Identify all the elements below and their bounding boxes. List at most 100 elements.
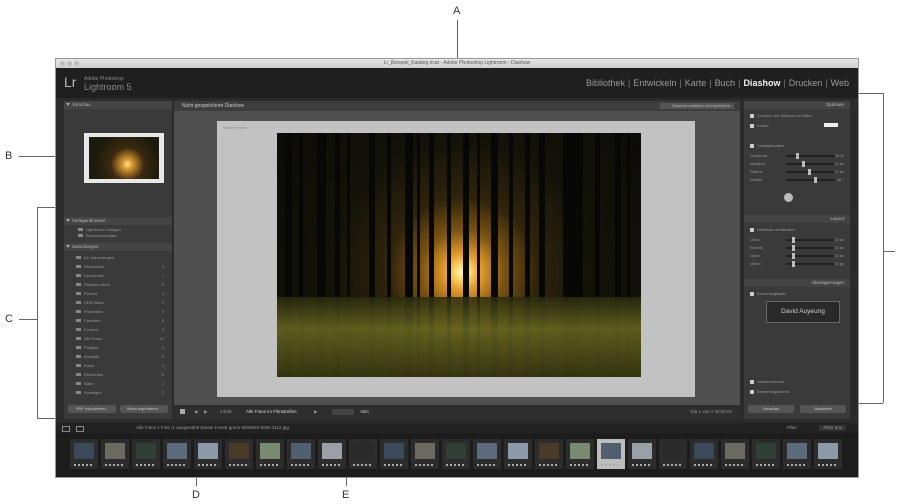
module-karte[interactable]: Karte — [682, 78, 710, 88]
filter-dropdown[interactable]: Filter aus — [819, 425, 846, 431]
filmstrip-thumbnail[interactable] — [70, 439, 98, 469]
module-diashow[interactable]: Diashow — [740, 78, 783, 88]
slider-knob[interactable] — [814, 177, 817, 183]
collection-item[interactable]: HDR-Bilder 2 — [76, 300, 168, 306]
module-drucken[interactable]: Drucken — [786, 78, 826, 88]
collection-item[interactable]: Panorama 6 — [76, 309, 168, 315]
next-slide-button[interactable]: ▶ — [204, 405, 207, 419]
collection-item[interactable]: Kunst 9 — [76, 363, 168, 369]
filmstrip-thumbnail[interactable] — [380, 439, 408, 469]
filmstrip-thumbnail[interactable] — [132, 439, 160, 469]
filmstrip-thumbnail[interactable] — [411, 439, 439, 469]
collection-item[interactable]: Auswahl 5 — [76, 354, 168, 360]
shadow-slider-row[interactable]: Winkel -45 ° — [750, 177, 844, 183]
watermark-checkbox[interactable]: Wasserzeichen — [750, 379, 844, 384]
collection-item[interactable]: Schwarz-Weiß 5 — [76, 282, 168, 288]
close-window-button[interactable] — [60, 61, 65, 66]
slider-track[interactable] — [786, 177, 836, 183]
collection-item[interactable]: Favoriten 8 — [76, 318, 168, 324]
filmstrip-thumbnail[interactable] — [442, 439, 470, 469]
shadow-slider-row[interactable]: Deckkraft 30 % — [750, 153, 844, 159]
filmstrip-thumbnail[interactable] — [597, 439, 625, 469]
collection-item[interactable]: Reisefotos 6 — [76, 372, 168, 378]
slider-track[interactable] — [786, 237, 836, 243]
zoom-to-fill-checkbox[interactable]: Zoomen, um Rahmen zu füllen — [750, 113, 844, 118]
stop-icon[interactable] — [180, 409, 185, 414]
secondary-display-icon[interactable] — [62, 426, 70, 432]
slide-canvas[interactable]: Slide Preview — [217, 121, 695, 397]
grid-view-icon[interactable] — [76, 426, 84, 432]
filmstrip-thumbnail[interactable] — [194, 439, 222, 469]
collections-header[interactable]: Sammlungen — [64, 243, 172, 251]
slider-knob[interactable] — [792, 237, 795, 243]
guide-slider-row[interactable]: Links 50 px — [750, 237, 844, 243]
minimize-window-button[interactable] — [67, 61, 72, 66]
collection-item[interactable]: Sonstiges 1 — [76, 390, 168, 396]
angle-dial[interactable] — [784, 193, 793, 202]
play-button[interactable]: Abspielen — [800, 405, 846, 413]
collection-item[interactable]: Natur 2 — [76, 381, 168, 387]
filmstrip-thumbnail[interactable] — [101, 439, 129, 469]
filmstrip-thumbnail[interactable] — [256, 439, 284, 469]
slider-knob[interactable] — [796, 153, 799, 159]
filmstrip-thumbnail[interactable] — [225, 439, 253, 469]
collection-item[interactable]: Hochzeiten 3 — [76, 264, 168, 270]
add-text-button[interactable]: ABC — [360, 405, 369, 419]
filmstrip-thumbnail[interactable] — [318, 439, 346, 469]
play-triangle-icon[interactable]: ▶ — [314, 405, 317, 419]
slider-track[interactable] — [786, 161, 836, 167]
options-header[interactable]: Optionen — [744, 101, 850, 109]
module-entwickeln[interactable]: Entwickeln — [630, 78, 679, 88]
collection-item[interactable]: Projekte 2 — [76, 345, 168, 351]
rotate-button[interactable] — [332, 409, 354, 415]
cast-shadow-checkbox[interactable]: Schlagschatten — [750, 143, 844, 148]
previous-slide-button[interactable]: ◀ — [194, 405, 197, 419]
collection-item[interactable]: Ich Sammlungen — [76, 255, 168, 261]
slider-knob[interactable] — [802, 161, 805, 167]
preview-button[interactable]: Vorschau — [748, 405, 794, 413]
template-browser-header[interactable]: Vorlagenbrowser — [64, 217, 172, 225]
zoom-window-button[interactable] — [74, 61, 79, 66]
stroke-color-swatch[interactable] — [824, 123, 838, 127]
collection-item[interactable]: Kunden 3 — [76, 327, 168, 333]
shadow-slider-row[interactable]: Radius 20 px — [750, 169, 844, 175]
filmstrip-thumbnail[interactable] — [504, 439, 532, 469]
filmstrip-thumbnail[interactable] — [814, 439, 842, 469]
overlays-header[interactable]: Überlagerungen — [744, 279, 850, 287]
slider-track[interactable] — [786, 253, 836, 259]
module-bibliothek[interactable]: Bibliothek — [583, 78, 628, 88]
guide-slider-row[interactable]: Oben 50 px — [750, 253, 844, 259]
collection-item[interactable]: Portrait 4 — [76, 291, 168, 297]
slider-track[interactable] — [786, 153, 836, 159]
template-folder-user[interactable]: Benutzervorlagen — [78, 233, 170, 239]
filmstrip-thumbnail[interactable] — [752, 439, 780, 469]
filmstrip-thumbnail[interactable] — [473, 439, 501, 469]
identity-plate-checkbox[interactable]: Erkennungstafel — [750, 291, 844, 296]
slider-track[interactable] — [786, 245, 836, 251]
filmstrip-thumbnail[interactable] — [163, 439, 191, 469]
filmstrip-thumbnail[interactable] — [721, 439, 749, 469]
filmstrip-thumbnail[interactable] — [628, 439, 656, 469]
slider-knob[interactable] — [792, 253, 795, 259]
filmstrip-source-info[interactable]: Alle Fotos 1 Foto /1 ausgewählt /Deam Fo… — [136, 423, 289, 433]
shadow-slider-row[interactable]: Abstand 10 px — [750, 161, 844, 167]
slider-knob[interactable] — [808, 169, 811, 175]
filmstrip-thumbnail[interactable] — [349, 439, 377, 469]
filmstrip-thumbnail[interactable] — [659, 439, 687, 469]
collection-item[interactable]: Landschaft 7 — [76, 273, 168, 279]
slider-track[interactable] — [786, 169, 836, 175]
preview-panel-header[interactable]: Vorschau — [64, 101, 172, 109]
layout-header[interactable]: Layout — [744, 215, 850, 223]
filmstrip-thumbnail[interactable] — [566, 439, 594, 469]
module-web[interactable]: Web — [828, 78, 852, 88]
rating-stars-checkbox[interactable]: Bewertungssterne — [750, 389, 844, 394]
filmstrip-thumbnail[interactable] — [783, 439, 811, 469]
guide-slider-row[interactable]: Rechts 50 px — [750, 245, 844, 251]
collection-item[interactable]: Alle Fotos 14 — [76, 336, 168, 342]
show-guides-checkbox[interactable]: Hilfslinien einblenden — [750, 227, 844, 232]
content-dropdown[interactable]: Alle Fotos im Filmstreifen — [246, 405, 297, 419]
filmstrip-thumbnail[interactable] — [690, 439, 718, 469]
guide-slider-row[interactable]: Unten 50 px — [750, 261, 844, 267]
export-pdf-button[interactable]: PDF exportieren... — [68, 405, 116, 413]
export-video-button[interactable]: Video exportieren... — [120, 405, 168, 413]
